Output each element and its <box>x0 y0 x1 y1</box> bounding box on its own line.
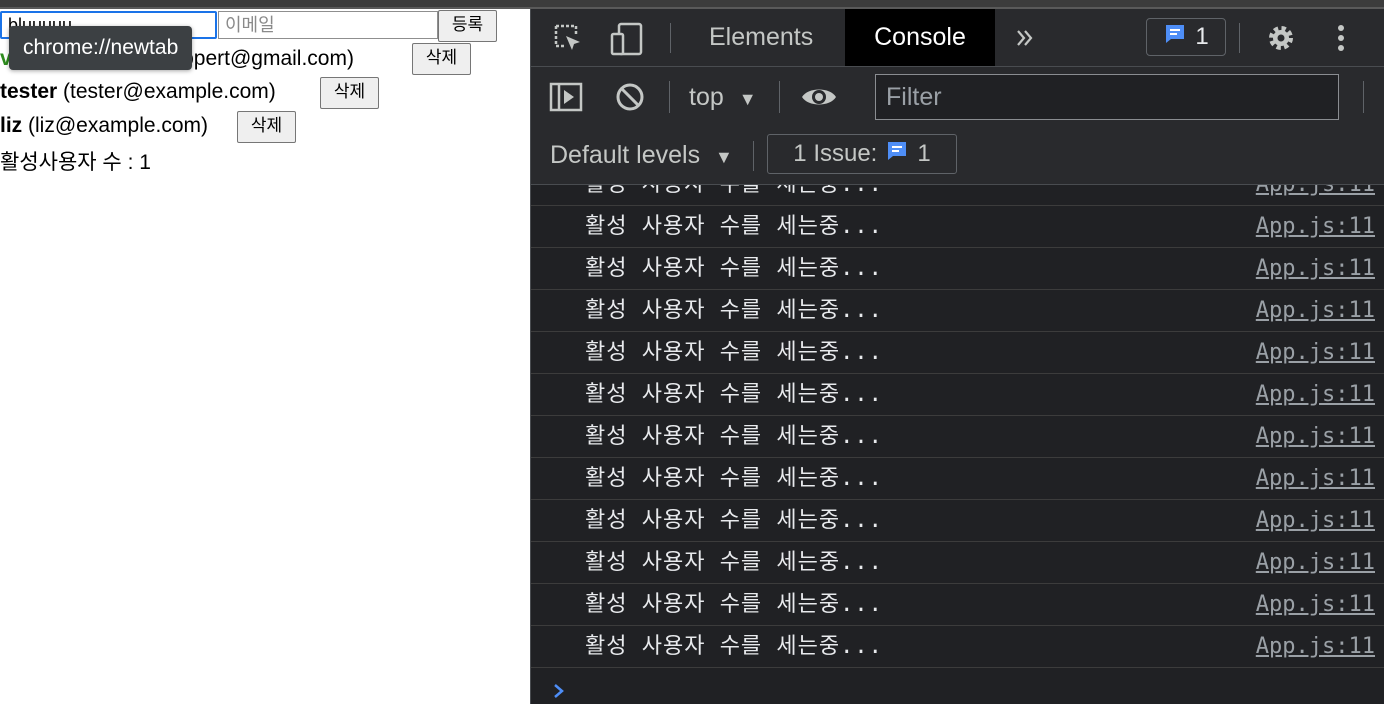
register-button[interactable]: 등록 <box>438 10 497 42</box>
source-link[interactable]: App.js:11 <box>1256 500 1375 541</box>
console-prompt-icon[interactable] <box>551 681 567 707</box>
issues-badge[interactable]: 1 <box>1146 18 1226 56</box>
devtools-tabbar: Elements Console 1 <box>531 9 1384 67</box>
delete-button-velopert[interactable]: 삭제 <box>412 43 471 75</box>
filter-placeholder: Filter <box>886 83 942 111</box>
inspect-element-icon[interactable] <box>551 21 585 55</box>
user-item-liz: liz (liz@example.com) <box>0 110 208 142</box>
console-log-row: 활성 사용자 수를 세는중... App.js:11 <box>531 458 1384 500</box>
filter-input[interactable]: Filter <box>875 74 1339 120</box>
console-message: 활성 사용자 수를 세는중... <box>585 634 883 659</box>
console-toolbar: top ▼ Filter <box>531 67 1384 127</box>
source-link[interactable]: App.js:11 <box>1256 626 1375 667</box>
issues-button[interactable]: 1 Issue: 1 <box>767 134 957 174</box>
console-message: 활성 사용자 수를 세는중... <box>585 466 883 491</box>
console-log-row: 활성 사용자 수를 세는중... App.js:11 <box>531 290 1384 332</box>
app-page: bluuuuu 이메일 등록 velopert (public.velopert… <box>0 9 530 704</box>
user-name: tester <box>0 80 58 103</box>
source-link[interactable]: App.js:11 <box>1256 584 1375 625</box>
console-log-row: 활성 사용자 수를 세는중... App.js:11 <box>531 542 1384 584</box>
source-link[interactable]: App.js:11 <box>1256 206 1375 247</box>
console-log-row: 활성 사용자 수를 세는중... App.js:11 <box>531 416 1384 458</box>
chevron-down-icon: ▼ <box>738 89 757 109</box>
console-message: 활성 사용자 수를 세는중... <box>585 550 883 575</box>
chevron-down-icon: ▼ <box>715 147 733 167</box>
console-log-row: 활성 사용자 수를 세는중... App.js:11 <box>531 626 1384 668</box>
chevron-double-right-icon[interactable] <box>1011 23 1039 53</box>
email-input-placeholder: 이메일 <box>225 15 275 35</box>
context-label: top <box>689 83 724 111</box>
levels-label: Default levels <box>550 141 701 169</box>
issues-count: 1 <box>917 140 931 167</box>
console-message: 활성 사용자 수를 세는중... <box>585 256 883 281</box>
console-levels-bar: Default levels ▼ 1 Issue: 1 <box>531 127 1384 185</box>
console-log-row: 활성 사용자 수를 세는중... App.js:11 <box>531 185 1384 206</box>
more-options-icon[interactable] <box>1329 20 1353 56</box>
gear-icon[interactable] <box>1263 20 1299 56</box>
source-link[interactable]: App.js:11 <box>1256 542 1375 583</box>
console-log-row: 활성 사용자 수를 세는중... App.js:11 <box>531 206 1384 248</box>
email-input[interactable]: 이메일 <box>218 11 438 39</box>
delete-button-liz[interactable]: 삭제 <box>237 111 296 143</box>
sidebar-toggle-icon[interactable] <box>548 79 584 115</box>
console-log: 활성 사용자 수를 세는중... App.js:11 활성 사용자 수를 세는중..… <box>531 185 1384 675</box>
source-link[interactable]: App.js:11 <box>1256 185 1375 205</box>
source-link[interactable]: App.js:11 <box>1256 416 1375 457</box>
console-message: 활성 사용자 수를 세는중... <box>585 508 883 533</box>
console-message: 활성 사용자 수를 세는중... <box>585 185 883 205</box>
console-message: 활성 사용자 수를 세는중... <box>585 214 883 239</box>
console-log-row: 활성 사용자 수를 세는중... App.js:11 <box>531 248 1384 290</box>
issues-label: 1 Issue: <box>793 140 878 167</box>
user-email: (tester@example.com) <box>63 80 276 103</box>
console-message: 활성 사용자 수를 세는중... <box>585 592 883 617</box>
source-link[interactable]: App.js:11 <box>1256 374 1375 415</box>
clear-console-icon[interactable] <box>612 79 648 115</box>
source-link[interactable]: App.js:11 <box>1256 248 1375 289</box>
tab-console[interactable]: Console <box>845 9 995 66</box>
devtools-panel: Elements Console 1 top ▼ Filter Default … <box>530 9 1384 704</box>
console-log-row: 활성 사용자 수를 세는중... App.js:11 <box>531 332 1384 374</box>
source-link[interactable]: App.js:11 <box>1256 458 1375 499</box>
console-log-row: 활성 사용자 수를 세는중... App.js:11 <box>531 374 1384 416</box>
issues-badge-count: 1 <box>1195 23 1209 50</box>
levels-dropdown[interactable]: Default levels ▼ <box>550 127 733 185</box>
console-log-row: 활성 사용자 수를 세는중... App.js:11 <box>531 500 1384 542</box>
user-name: liz <box>0 114 23 137</box>
user-email: (liz@example.com) <box>28 114 209 137</box>
message-icon <box>1163 22 1187 53</box>
device-toolbar-icon[interactable] <box>609 21 645 57</box>
source-link[interactable]: App.js:11 <box>1256 332 1375 373</box>
console-message: 활성 사용자 수를 세는중... <box>585 424 883 449</box>
console-message: 활성 사용자 수를 세는중... <box>585 340 883 365</box>
user-item-tester: tester (tester@example.com) <box>0 76 276 108</box>
console-log-row: 활성 사용자 수를 세는중... App.js:11 <box>531 584 1384 626</box>
url-tooltip: chrome://newtab <box>9 26 193 70</box>
tab-elements[interactable]: Elements <box>709 9 813 66</box>
context-selector[interactable]: top ▼ <box>689 67 757 127</box>
eye-icon[interactable] <box>799 81 839 113</box>
console-message: 활성 사용자 수를 세는중... <box>585 382 883 407</box>
browser-top-strip <box>0 0 1384 9</box>
active-user-count: 활성사용자 수 : 1 <box>0 151 151 174</box>
source-link[interactable]: App.js:11 <box>1256 290 1375 331</box>
delete-button-tester[interactable]: 삭제 <box>320 77 379 109</box>
message-icon <box>885 139 909 170</box>
console-message: 활성 사용자 수를 세는중... <box>585 298 883 323</box>
